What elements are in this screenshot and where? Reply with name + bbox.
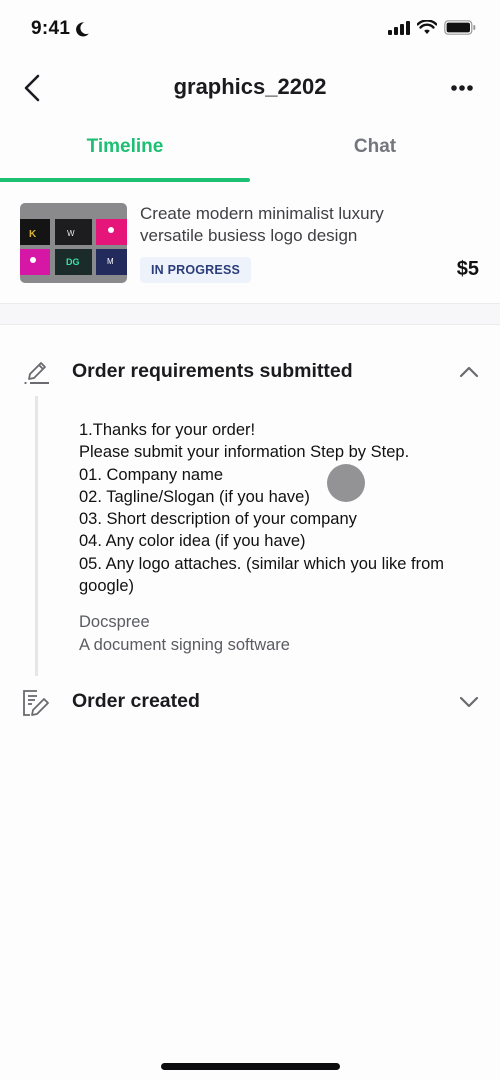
svg-text:M: M [107,257,114,266]
edit-document-icon [23,690,49,716]
event-title: Order requirements submitted [72,360,353,382]
requirement-line: 01. Company name [79,465,223,484]
status-bar: 9:41 [0,0,500,62]
touch-indicator [327,464,365,502]
requirements-content: 1.Thanks for your order! Please submit y… [79,419,479,656]
gig-thumbnail: K W DG M [20,203,127,283]
svg-text:DG: DG [66,257,80,267]
chevron-down-icon[interactable] [458,692,480,712]
order-title: Create modern minimalist luxury versatil… [140,204,384,245]
section-divider [0,303,500,325]
requirement-line: 02. Tagline/Slogan (if you have) [79,487,310,506]
more-options-button[interactable] [448,76,476,100]
more-horizontal-icon [451,85,473,91]
requirement-line: 03. Short description of your company [79,510,357,529]
status-icons [388,20,476,35]
requirement-line: Please submit your information Step by S… [79,443,410,462]
requirement-line: 1.Thanks for your order! [79,421,256,439]
order-price: $5 [456,258,479,280]
svg-text:K: K [29,229,37,240]
requirement-line: 04. Any color idea (if you have) [79,532,306,551]
status-badge: IN PROGRESS [140,257,252,283]
battery-icon [444,20,476,35]
logo-marks: K W DG M [29,227,114,267]
event-title: Order created [72,690,200,712]
header: graphics_2202 [0,62,500,118]
order-card[interactable]: K W DG M Create modern minimalist luxury… [0,190,500,294]
wifi-icon [417,20,437,34]
cellular-signal-icon [388,20,410,35]
timeline-connector [35,396,38,676]
answer-line: A document signing software [79,635,290,654]
timeline-event-order-created[interactable]: Order created [0,680,500,724]
svg-text:W: W [67,229,75,238]
tab-bar: Timeline Chat [0,122,500,182]
timeline-event-requirements[interactable]: Order requirements submitted [0,350,500,394]
pencil-icon [24,362,49,385]
tab-timeline[interactable]: Timeline [0,122,250,182]
tab-chat[interactable]: Chat [250,122,500,182]
page-title: graphics_2202 [173,74,327,99]
chevron-up-icon[interactable] [458,362,480,382]
status-time: 9:41 [31,18,71,39]
requirement-line: 05. Any logo attaches. (similar which yo… [79,554,444,596]
buyer-answer: Docspree A document signing software [79,611,479,656]
moon-icon [76,22,89,37]
home-indicator[interactable] [161,1063,340,1070]
answer-line: Docspree [79,613,150,632]
